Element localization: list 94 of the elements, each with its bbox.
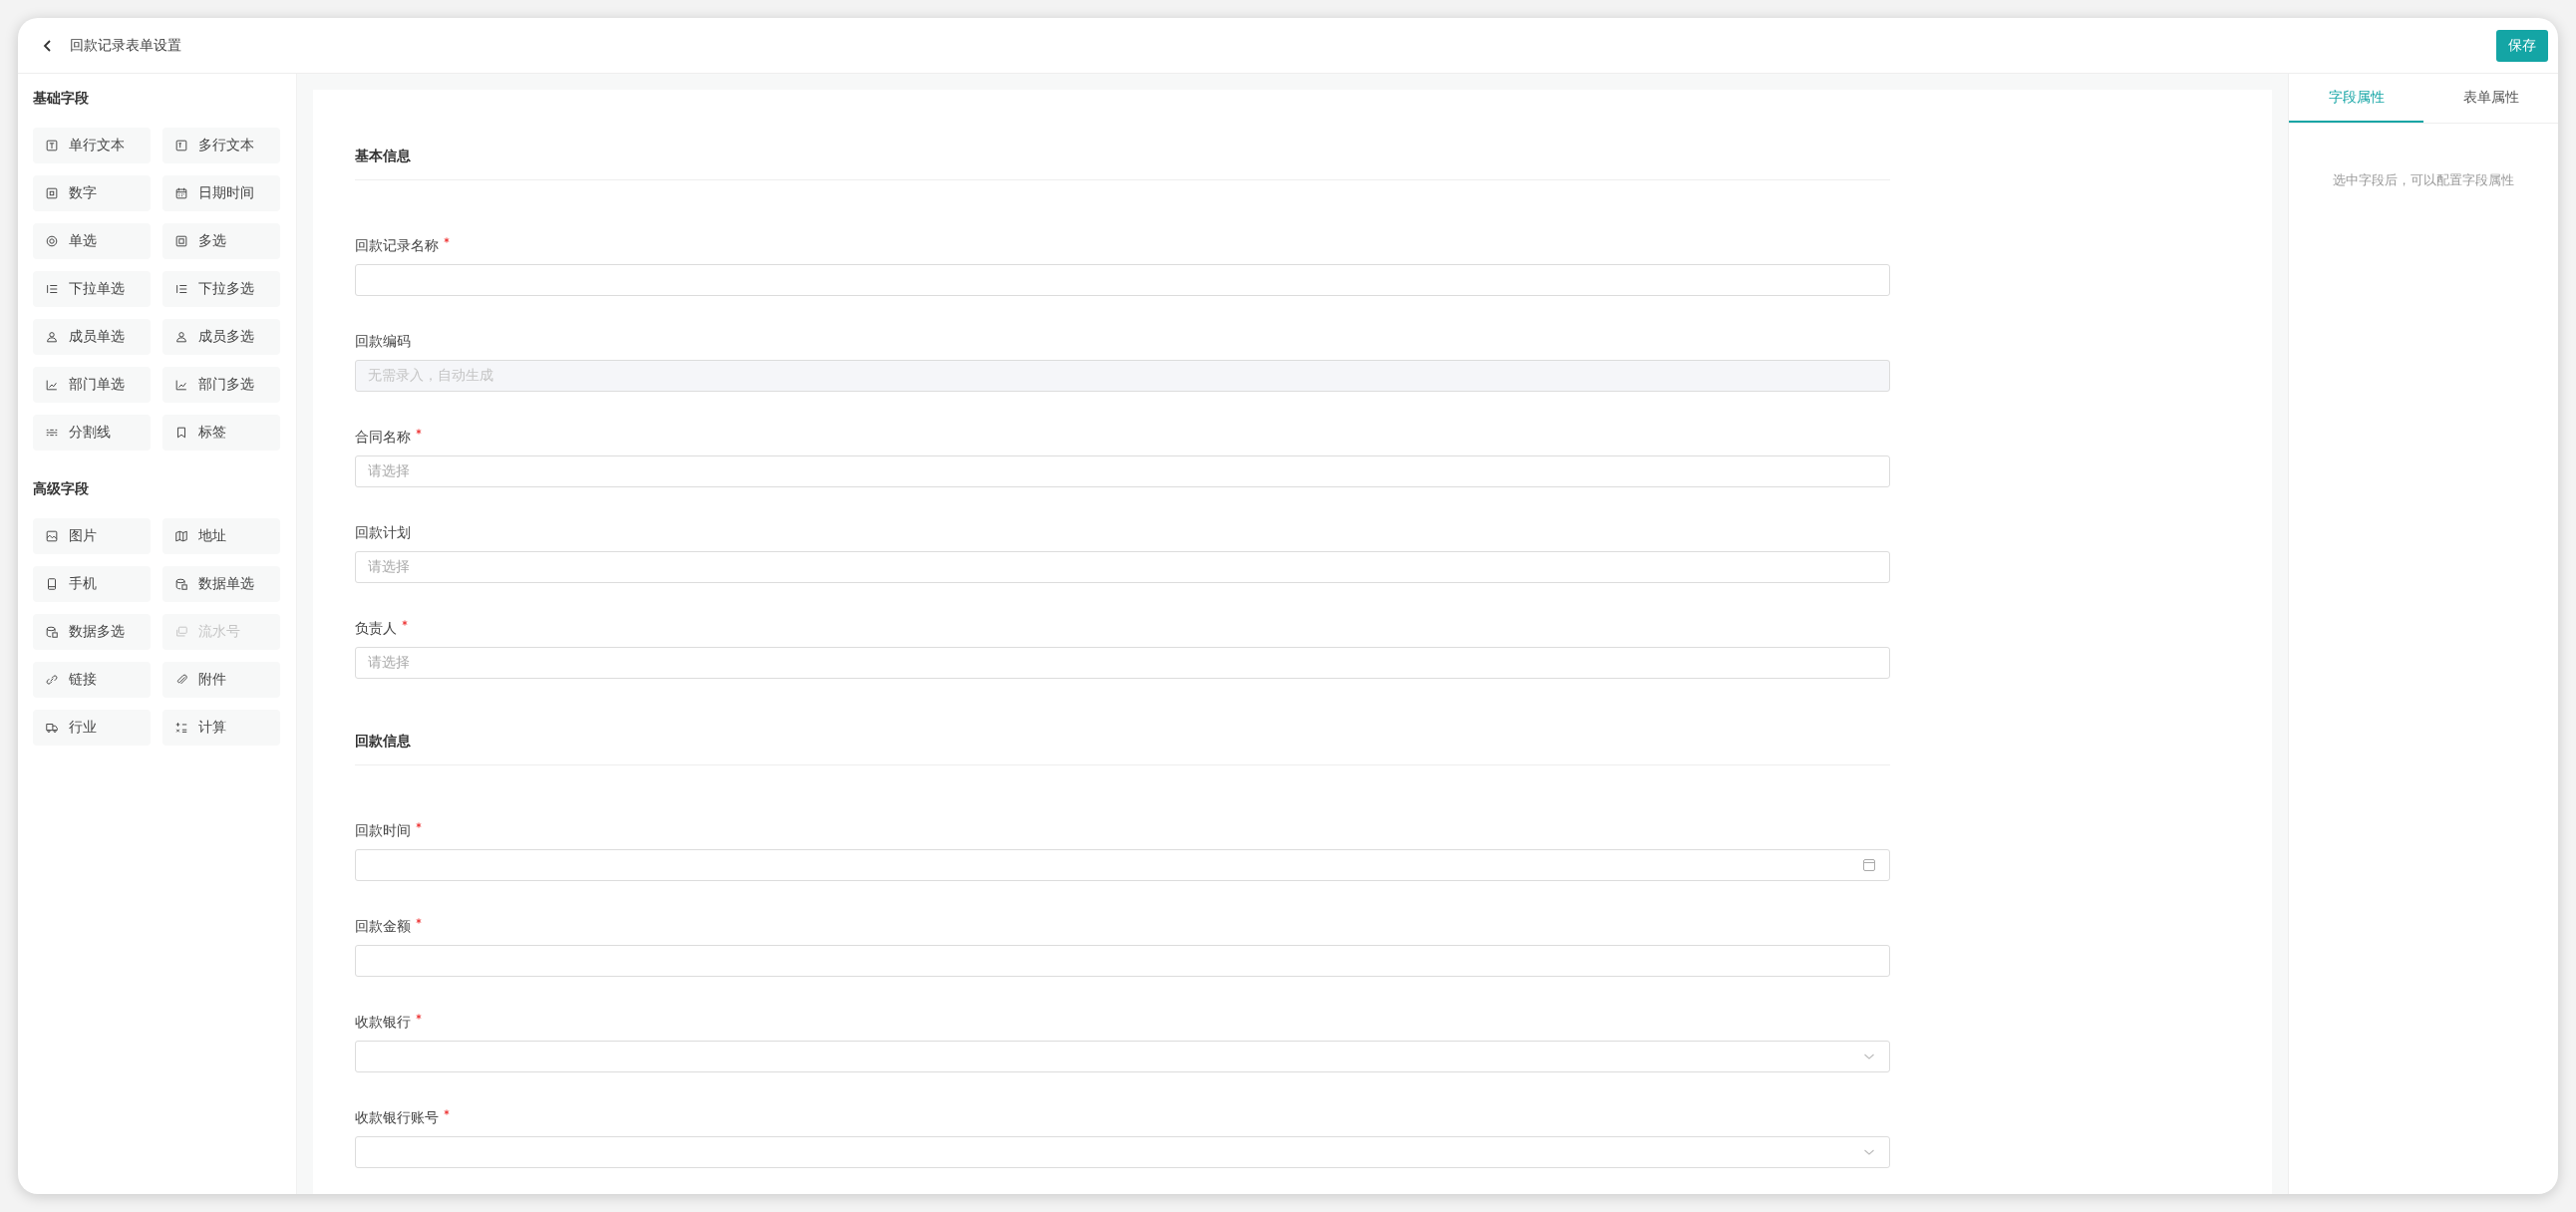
item-label: 成员单选 [69, 328, 125, 346]
truck-icon [45, 721, 59, 735]
field-type-item[interactable]: 地址 [162, 518, 280, 554]
item-label: 图片 [69, 527, 97, 545]
map-icon [174, 529, 188, 543]
section-title: 基本信息 [355, 130, 1890, 180]
item-label: 多行文本 [198, 137, 254, 154]
field-type-item[interactable]: 数据多选 [33, 614, 151, 650]
checkbox-icon [174, 234, 188, 248]
database-icon [174, 577, 188, 591]
item-label: 附件 [198, 671, 226, 689]
field-type-item[interactable]: 日期时间 [162, 175, 280, 211]
database-icon [45, 625, 59, 639]
field-type-item[interactable]: 链接 [33, 662, 151, 698]
input-field[interactable] [355, 264, 1890, 296]
field-type-item[interactable]: 行业 [33, 710, 151, 746]
text-box-icon [45, 139, 59, 152]
field-type-item[interactable]: 数据单选 [162, 566, 280, 602]
field-type-item[interactable]: 图片 [33, 518, 151, 554]
field-label: 收款银行账号 [355, 1109, 439, 1125]
field-label: 收款银行 [355, 1014, 411, 1030]
hint-text: 选中字段后，可以配置字段属性 [2332, 171, 2515, 189]
placeholder-text: 请选择 [368, 462, 410, 480]
chart-icon [174, 378, 188, 392]
item-label: 下拉多选 [198, 280, 254, 298]
field-type-item[interactable]: 单行文本 [33, 128, 151, 163]
list-icon [45, 282, 59, 296]
item-label: 数据多选 [69, 623, 125, 641]
group-title: 基础字段 [33, 90, 90, 108]
item-label: 手机 [69, 575, 97, 593]
input-field[interactable] [355, 1136, 1890, 1168]
item-label: 数字 [69, 184, 97, 202]
item-label: 部门多选 [198, 376, 254, 394]
radio-icon [45, 234, 59, 248]
item-label: 链接 [69, 671, 97, 689]
stack-icon [174, 625, 188, 639]
item-label: 分割线 [69, 424, 111, 442]
item-label: 部门单选 [69, 376, 125, 394]
item-label: 行业 [69, 719, 97, 737]
field-type-item[interactable]: 部门多选 [162, 367, 280, 403]
field-type-item[interactable]: 分割线 [33, 415, 151, 451]
user-icon [174, 330, 188, 344]
item-label: 地址 [198, 527, 226, 545]
field-type-item[interactable]: 多行文本 [162, 128, 280, 163]
field-label: 合同名称 [355, 429, 411, 445]
field-type-item[interactable]: 多选 [162, 223, 280, 259]
field-type-item[interactable]: 单选 [33, 223, 151, 259]
input-field[interactable] [355, 1041, 1890, 1072]
item-label: 成员多选 [198, 328, 254, 346]
input-field[interactable] [355, 849, 1890, 881]
placeholder-text: 请选择 [368, 558, 410, 576]
number-icon [45, 186, 59, 200]
section-title: 回款信息 [355, 715, 1890, 765]
user-icon [45, 330, 59, 344]
field-type-item[interactable]: 附件 [162, 662, 280, 698]
input-field[interactable] [355, 945, 1890, 977]
field-label: 回款计划 [355, 524, 411, 540]
math-icon [174, 721, 188, 735]
field-label: 回款编码 [355, 333, 411, 349]
item-label: 标签 [198, 424, 226, 442]
item-label: 下拉单选 [69, 280, 125, 298]
field-type-item[interactable]: 下拉多选 [162, 271, 280, 307]
calendar-icon [174, 186, 188, 200]
field-type-item[interactable]: 部门单选 [33, 367, 151, 403]
item-label: 单行文本 [69, 137, 125, 154]
item-label: 单选 [69, 232, 97, 250]
field-label: 回款时间 [355, 822, 411, 838]
field-type-item[interactable]: 下拉单选 [33, 271, 151, 307]
tab[interactable]: 表单属性 [2423, 74, 2558, 123]
item-label: 日期时间 [198, 184, 254, 202]
field-label: 回款金额 [355, 918, 411, 934]
field-label: 回款记录名称 [355, 237, 439, 253]
item-label: 多选 [198, 232, 226, 250]
list-icon [174, 282, 188, 296]
field-type-item[interactable]: 数字 [33, 175, 151, 211]
field-type-item[interactable]: 成员单选 [33, 319, 151, 355]
image-icon [45, 529, 59, 543]
field-label: 负责人 [355, 620, 397, 636]
text-area-icon [174, 139, 188, 152]
chart-icon [45, 378, 59, 392]
placeholder-text: 请选择 [368, 654, 410, 672]
paperclip-icon [174, 673, 188, 687]
item-label: 数据单选 [198, 575, 254, 593]
calendar-icon [1861, 857, 1877, 873]
field-type-item[interactable]: 标签 [162, 415, 280, 451]
field-type-item[interactable]: 计算 [162, 710, 280, 746]
bookmark-icon [174, 426, 188, 440]
page-title: 回款记录表单设置 [70, 36, 181, 55]
field-type-item[interactable]: 成员多选 [162, 319, 280, 355]
item-label: 计算 [198, 719, 226, 737]
link-icon [45, 673, 59, 687]
group-title: 高级字段 [33, 480, 90, 498]
phone-icon [45, 577, 59, 591]
field-type-item[interactable]: 手机 [33, 566, 151, 602]
